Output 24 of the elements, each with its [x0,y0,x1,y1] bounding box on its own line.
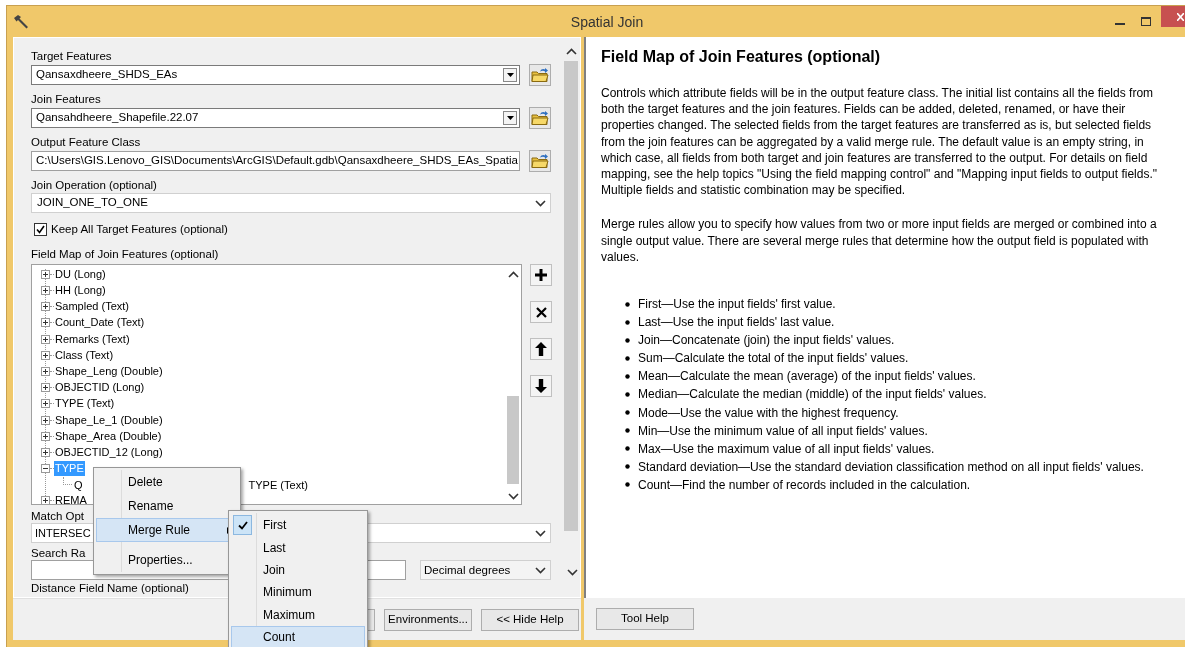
bullet-text: Max—Use the maximum value of all input fields' values. [638,440,935,457]
field-label: Search Ra [31,546,86,561]
bullet-text: Sum—Calculate the total of the input fields' values. [638,350,909,367]
bullet-text: Mode—Use the value with the highest frequency. [638,404,899,421]
bullet-text: Median—Calculate the median (middle) of the input fields' values. [638,386,987,403]
field-label: Match Opt [31,509,85,524]
help-paragraph: Controls which attribute fields will be in the output feature class. The initial list contains all the fields from both the target features and the join features. Fields can be added, deleted, renamed, or have their properties changed. The selected fields from the target features are transferred as is, but selected fields from the join features can be aggregated by a valid merge rule. The default value is an empty string, in which case, all fields from both target and join features are transferred to the output. For details on field mapping, see the help topics "Using the field mapping control" and "Mapping input fields to output fields." Multiple fields and statistic combination may be specified. [601,85,1159,199]
field-label: Field Map of Join Features (optional) [31,247,219,262]
bullet-text: Standard deviation—Use the standard deviation classification method on all input fields' values. [638,458,1144,475]
help-paragraph: Merge rules allow you to specify how values from two or more input fields are merged or combined into a single output value. There are several merge rules that determine how the output field is populated with values. [601,216,1158,266]
checkbox-label: Keep All Target Features (optional) [51,222,228,237]
window-title: Spatial Join [569,13,645,32]
bullet-text: Mean—Calculate the mean (average) of the input fields' values. [638,368,976,385]
bullet-text: Last—Use the input fields' last value. [638,314,835,331]
bullet-text: Join—Concatenate (join) the input fields' values. [638,332,895,349]
field-label: Join Features [31,92,101,106]
field-label: Distance Field Name (optional) [31,581,189,596]
help-title: Field Map of Join Features (optional) [601,47,882,67]
bullet-text: First—Use the input fields' first value. [638,296,836,313]
field-label: Join Operation (optional) [31,178,157,192]
field-label: Output Feature Class [31,135,141,149]
field-label: Target Features [31,49,112,63]
bullet-text: Count—Find the number of records included in the calculation. [638,476,971,493]
bullet-text: Min—Use the minimum value of all input fields' values. [638,422,928,439]
